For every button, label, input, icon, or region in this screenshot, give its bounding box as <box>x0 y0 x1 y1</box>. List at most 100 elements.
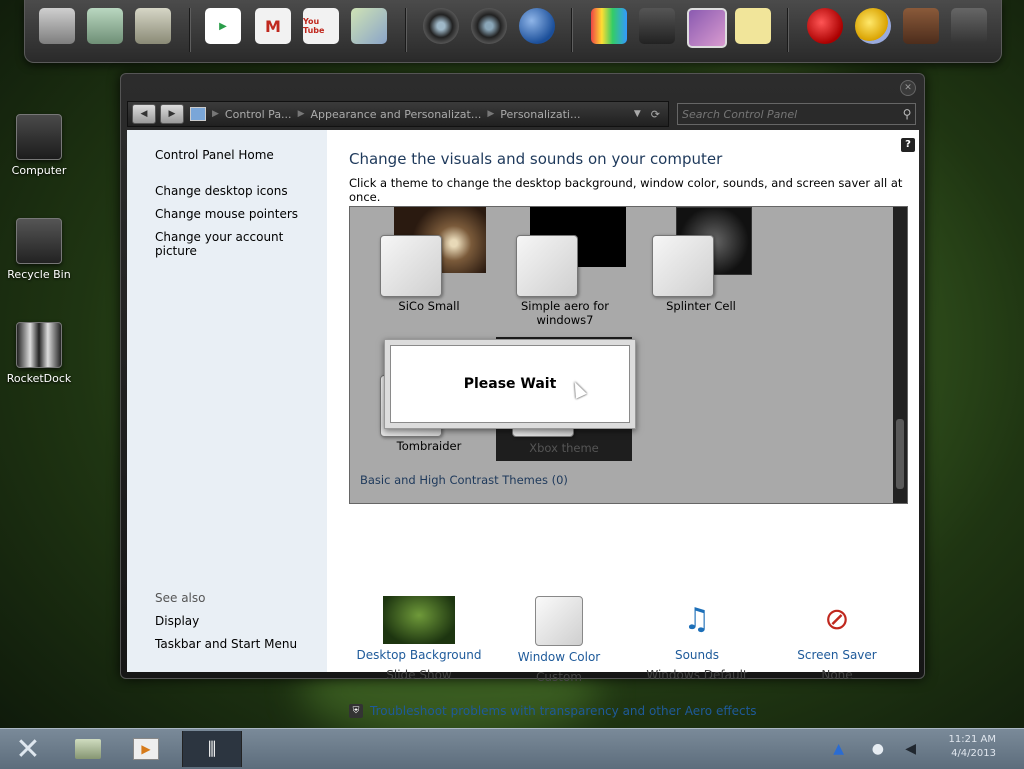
dock-separator <box>787 8 789 52</box>
start-button[interactable]: ✕ <box>4 731 52 767</box>
chevron-right-icon: ▶ <box>297 109 305 119</box>
back-button[interactable]: ◀ <box>132 104 156 124</box>
window-color-icon <box>535 596 583 646</box>
maps-icon[interactable] <box>351 8 387 44</box>
taskbar-control-panel-button[interactable]: ⫼ <box>182 731 242 767</box>
chat-icon[interactable]: ● <box>872 741 884 757</box>
change-account-picture-link[interactable]: Change your account picture <box>155 230 327 258</box>
theme-item-simple-aero[interactable]: Simple aero for windows7 <box>500 207 630 327</box>
search-box[interactable]: ⚲ <box>677 103 916 125</box>
basic-high-contrast-section[interactable]: Basic and High Contrast Themes (0) <box>360 473 568 487</box>
taskbar-folder-button[interactable] <box>70 731 106 767</box>
colors-icon[interactable] <box>591 8 627 44</box>
media-player-icon: ▶ <box>133 738 159 760</box>
trash-icon[interactable] <box>951 8 987 44</box>
main-content-pane: ? Change the visuals and sounds on your … <box>327 130 919 718</box>
option-value: None <box>821 668 853 682</box>
globe-icon[interactable] <box>519 8 555 44</box>
desktop-background-icon <box>383 596 455 644</box>
troubleshoot-link[interactable]: ⛨ Troubleshoot problems with transparenc… <box>349 704 757 718</box>
desktop-icon-label: RocketDock <box>6 372 72 385</box>
clock-date: 4/4/2013 <box>951 748 996 759</box>
page-title: Change the visuals and sounds on your co… <box>349 150 723 168</box>
chevron-right-icon: ▶ <box>487 109 495 119</box>
system-clock[interactable]: 11:21 AM 4/4/2013 <box>949 733 996 761</box>
calculator-icon[interactable] <box>639 8 675 44</box>
play-store-icon[interactable]: ▶ <box>205 8 241 44</box>
breadcrumb-control-panel[interactable]: Control Pa... <box>225 108 292 121</box>
scrollbar-thumb[interactable] <box>896 419 904 489</box>
theme-label: Xbox theme <box>529 441 599 455</box>
speaker-2-icon[interactable] <box>471 8 507 44</box>
change-desktop-icons-link[interactable]: Change desktop icons <box>155 184 288 198</box>
theme-list: SiCo Small Simple aero for windows7 Spli… <box>349 206 908 504</box>
folder-icon[interactable] <box>135 8 171 44</box>
youtube-icon[interactable]: You Tube <box>303 8 339 44</box>
rocketdock-icon <box>16 322 62 368</box>
window-color-option[interactable]: Window Color Custom <box>489 596 629 684</box>
taskbar-start-menu-link[interactable]: Taskbar and Start Menu <box>155 637 297 651</box>
desktop-icon-computer[interactable]: Computer <box>1 114 77 177</box>
breadcrumb-personalization[interactable]: Personalizati... <box>500 108 580 121</box>
option-label[interactable]: Sounds <box>627 648 767 662</box>
photo-icon[interactable] <box>687 8 727 48</box>
speaker-icon[interactable] <box>423 8 459 44</box>
option-label[interactable]: Desktop Background <box>349 648 489 662</box>
search-input[interactable] <box>678 106 899 122</box>
volume-icon[interactable]: ◀ <box>905 741 916 757</box>
option-value: Windows Default <box>646 668 748 682</box>
network-drive-icon[interactable] <box>87 8 123 44</box>
sounds-option[interactable]: ♫ Sounds Windows Default <box>627 596 767 682</box>
desktop-icon-rocketdock[interactable]: RocketDock <box>1 322 77 385</box>
clock-time: 11:21 AM <box>948 734 996 745</box>
theme-item-sico-small[interactable]: SiCo Small <box>364 207 494 313</box>
theme-label: Splinter Cell <box>666 299 736 313</box>
notes-icon[interactable] <box>735 8 771 44</box>
dock-separator <box>571 8 573 52</box>
search-icon[interactable]: ⚲ <box>899 107 915 121</box>
taskbar: ✕ ▶ ⫼ ▲ ● ◀ 11:21 AM 4/4/2013 <box>0 728 1024 769</box>
music-notes-icon: ♫ <box>683 602 711 637</box>
network-icon[interactable]: ▲ <box>833 741 844 757</box>
android-icon[interactable] <box>903 8 939 44</box>
dock-separator <box>405 8 407 52</box>
display-link[interactable]: Display <box>155 614 199 628</box>
option-label[interactable]: Window Color <box>489 650 629 664</box>
angry-birds-icon[interactable] <box>807 8 843 44</box>
desktop-icon-label: Computer <box>11 164 67 177</box>
dock-separator <box>189 8 191 52</box>
please-wait-dialog: Please Wait <box>384 339 636 429</box>
theme-color-swatch <box>516 235 578 297</box>
drive-icon[interactable] <box>39 8 75 44</box>
gmail-icon[interactable]: M <box>255 8 291 44</box>
rocketdock-bar: ▶ M You Tube <box>24 0 1002 63</box>
theme-thumbnail <box>636 207 766 299</box>
chevron-down-icon[interactable]: ▼ <box>634 109 641 119</box>
theme-thumbnail <box>500 207 630 299</box>
change-mouse-pointers-link[interactable]: Change mouse pointers <box>155 207 298 221</box>
address-bar[interactable]: ◀ ▶ ▶ Control Pa... ▶ Appearance and Per… <box>127 101 669 127</box>
theme-label: Tombraider <box>396 439 462 453</box>
desktop-background-option[interactable]: Desktop Background Slide Show <box>349 596 489 682</box>
theme-list-scrollbar[interactable] <box>893 207 907 503</box>
folder-icon <box>75 739 101 759</box>
taskbar-media-button[interactable]: ▶ <box>128 731 164 767</box>
screen-saver-option[interactable]: ⊘ Screen Saver None <box>767 596 907 682</box>
help-button[interactable]: ? <box>901 138 915 152</box>
page-subtitle: Click a theme to change the desktop back… <box>349 176 903 204</box>
breadcrumb-appearance[interactable]: Appearance and Personalizat... <box>310 108 481 121</box>
no-screensaver-icon: ⊘ <box>824 602 850 637</box>
refresh-icon[interactable]: ⟳ <box>651 108 660 121</box>
forward-button[interactable]: ▶ <box>160 104 184 124</box>
desktop-icon-label: Recycle Bin <box>7 268 71 281</box>
theme-item-splinter-cell[interactable]: Splinter Cell <box>636 207 766 313</box>
computer-icon <box>16 114 62 160</box>
see-also-heading: See also <box>155 591 206 605</box>
option-label[interactable]: Screen Saver <box>767 648 907 662</box>
control-panel-home-link[interactable]: Control Panel Home <box>155 148 274 162</box>
please-wait-message: Please Wait <box>390 345 630 423</box>
troubleshoot-label[interactable]: Troubleshoot problems with transparency … <box>370 704 757 718</box>
close-button[interactable]: ✕ <box>900 80 916 96</box>
weather-icon[interactable] <box>855 8 891 44</box>
desktop-icon-recycle-bin[interactable]: Recycle Bin <box>1 218 77 281</box>
